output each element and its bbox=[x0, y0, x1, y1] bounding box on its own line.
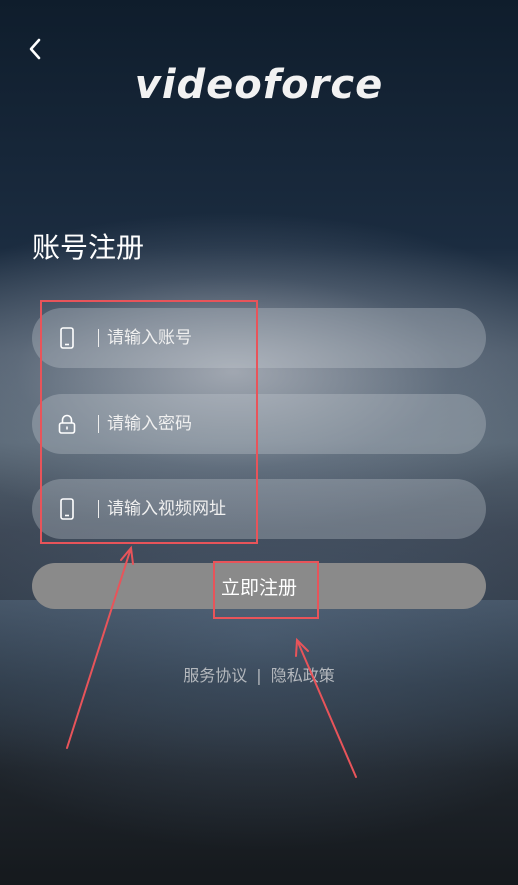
app-logo: videoforce bbox=[134, 62, 384, 108]
footer-links: 服务协议 | 隐私政策 bbox=[0, 662, 518, 686]
annotation-box-fields bbox=[40, 300, 258, 544]
back-button[interactable] bbox=[22, 36, 48, 62]
terms-link[interactable]: 服务协议 bbox=[183, 666, 247, 685]
chevron-left-icon bbox=[29, 38, 41, 60]
annotation-box-button bbox=[213, 561, 319, 619]
privacy-link[interactable]: 隐私政策 bbox=[271, 666, 335, 685]
page-title: 账号注册 bbox=[32, 231, 145, 264]
link-separator: | bbox=[256, 666, 262, 685]
